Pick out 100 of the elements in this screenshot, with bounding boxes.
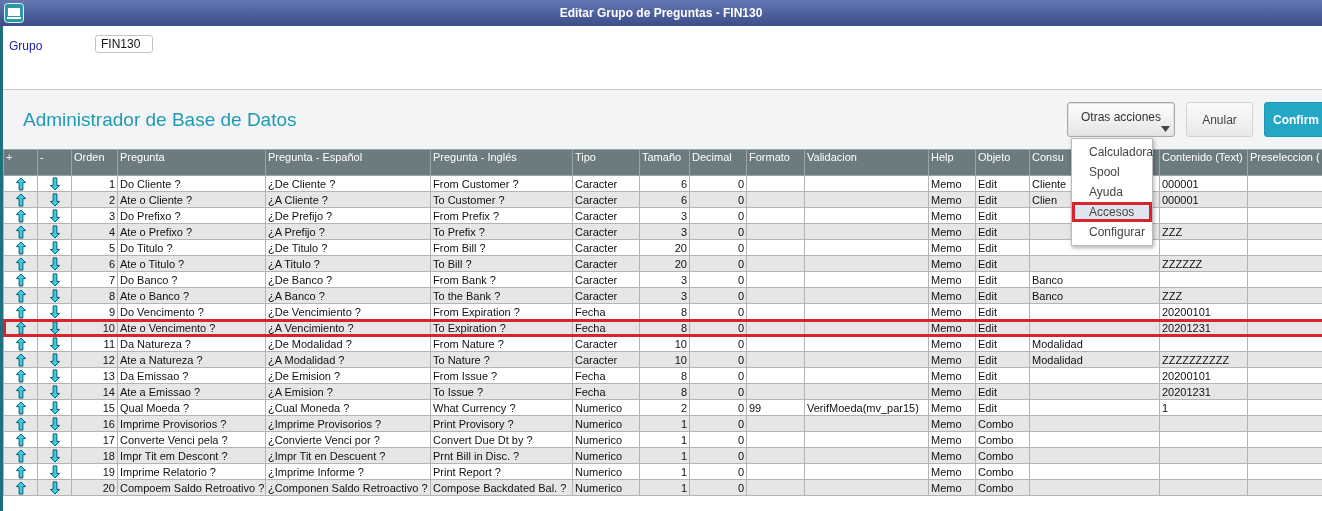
table-cell: 6 — [639, 175, 690, 192]
table-cell: Fecha — [572, 383, 640, 400]
table-cell: 3 — [639, 271, 690, 288]
table-cell: Edit — [975, 223, 1030, 240]
table-cell: From Issue ? — [430, 367, 573, 384]
table-cell: ¿De Banco ? — [265, 271, 431, 288]
table-cell: 5 — [71, 239, 118, 256]
table-cell: ¿De Cliente ? — [265, 175, 431, 192]
table-cell: ¿A Banco ? — [265, 287, 431, 304]
table-cell: Print Provisory ? — [430, 415, 573, 432]
table-cell: 0 — [689, 463, 747, 480]
table-cell: 8 — [71, 287, 118, 304]
table-cell: Converte Venci pela ? — [117, 431, 266, 448]
table-cell: 1 — [639, 479, 690, 496]
table-cell: Combo — [975, 479, 1030, 496]
table-cell: Memo — [928, 255, 976, 272]
table-cell: 0 — [689, 239, 747, 256]
table-cell: Caracter — [572, 271, 640, 288]
table-cell: Memo — [928, 239, 976, 256]
table-cell: Do Prefixo ? — [117, 207, 266, 224]
table-cell: Numerico — [572, 479, 640, 496]
table-cell: Edit — [975, 207, 1030, 224]
table-cell: 20201231 — [1159, 383, 1248, 400]
table-cell: 4 — [71, 223, 118, 240]
table-cell: Ate o Banco ? — [117, 287, 266, 304]
table-cell: 0 — [689, 287, 747, 304]
table-cell: Memo — [928, 399, 976, 416]
table-cell: Caracter — [572, 287, 640, 304]
table-cell: Banco — [1029, 287, 1160, 304]
table-cell: 7 — [71, 271, 118, 288]
table-cell: 000001 — [1159, 191, 1248, 208]
table-cell: 20 — [71, 479, 118, 496]
table-cell: Combo — [975, 463, 1030, 480]
table-cell: 1 — [639, 463, 690, 480]
table-cell: 1 — [71, 175, 118, 192]
table-cell: 10 — [639, 351, 690, 368]
table-cell: Edit — [975, 367, 1030, 384]
table-cell: Modalidad — [1029, 351, 1160, 368]
section-title: Administrador de Base de Datos — [23, 108, 298, 131]
table-cell: 1 — [639, 415, 690, 432]
table-cell: ¿De Prefijo ? — [265, 207, 431, 224]
table-cell: Edit — [975, 399, 1030, 416]
table-cell: Ate o Cliente ? — [117, 191, 266, 208]
table-cell: ¿De Emision ? — [265, 367, 431, 384]
window-title: Editar Grupo de Preguntas - FIN130 — [559, 6, 763, 20]
table-cell: Ate o Vencimento ? — [117, 319, 266, 336]
table-cell: Memo — [928, 383, 976, 400]
table-cell: ZZZZZZ — [1159, 255, 1248, 272]
field-label: Grupo — [9, 39, 44, 53]
table-cell: 0 — [689, 383, 747, 400]
table-cell: Impr Tit em Descont ? — [117, 447, 266, 464]
table-cell: Compoem Saldo Retroativo ? — [117, 479, 266, 496]
table-cell: Caracter — [572, 191, 640, 208]
table-cell: Edit — [975, 191, 1030, 208]
table-cell: Qual Moeda ? — [117, 399, 266, 416]
table-cell: Caracter — [572, 255, 640, 272]
table-cell: From Customer ? — [430, 175, 573, 192]
table-cell: 6 — [71, 255, 118, 272]
table-cell: ¿Componen Saldo Retroactivo ? — [265, 479, 431, 496]
table-cell: 13 — [71, 367, 118, 384]
table-cell: ¿A Vencimiento ? — [265, 319, 431, 336]
table-cell: 6 — [639, 191, 690, 208]
table-cell: Memo — [928, 207, 976, 224]
table-cell: Edit — [975, 383, 1030, 400]
table-cell: 3 — [639, 207, 690, 224]
table-cell: Numerico — [572, 399, 640, 416]
table-cell: Memo — [928, 223, 976, 240]
table-cell: Edit — [975, 335, 1030, 352]
table-cell: To Prefix ? — [430, 223, 573, 240]
table-cell: Edit — [975, 271, 1030, 288]
table-cell: From Bank ? — [430, 271, 573, 288]
table-cell: 0 — [689, 207, 747, 224]
table-cell: Banco — [1029, 271, 1160, 288]
table-cell: To the Bank ? — [430, 287, 573, 304]
table-cell: ¿A Prefijo ? — [265, 223, 431, 240]
table-cell: 0 — [689, 255, 747, 272]
table-cell: Edit — [975, 239, 1030, 256]
table-cell: To Bill ? — [430, 255, 573, 272]
table-cell: 14 — [71, 383, 118, 400]
table-cell: 1 — [1159, 399, 1248, 416]
table-cell: Edit — [975, 255, 1030, 272]
table-cell: Memo — [928, 335, 976, 352]
table-cell: 1 — [639, 431, 690, 448]
table-cell: 99 — [746, 399, 805, 416]
table-cell: Memo — [928, 431, 976, 448]
table-cell: Do Banco ? — [117, 271, 266, 288]
table-cell: Prnt Bill in Disc. ? — [430, 447, 573, 464]
table-cell: 0 — [689, 431, 747, 448]
table-cell: ¿Cual Moneda ? — [265, 399, 431, 416]
table-cell: From Bill ? — [430, 239, 573, 256]
table-cell: 0 — [689, 479, 747, 496]
table-cell: ¿A Modalidad ? — [265, 351, 431, 368]
table-cell: Combo — [975, 447, 1030, 464]
table-cell: ZZZZZZZZZZ — [1159, 351, 1248, 368]
table-cell: 0 — [689, 335, 747, 352]
table-cell: To Nature ? — [430, 351, 573, 368]
table-cell: 0 — [689, 415, 747, 432]
table-cell: ¿A Emision ? — [265, 383, 431, 400]
table-cell: Ate a Emissao ? — [117, 383, 266, 400]
table-cell: From Nature ? — [430, 335, 573, 352]
